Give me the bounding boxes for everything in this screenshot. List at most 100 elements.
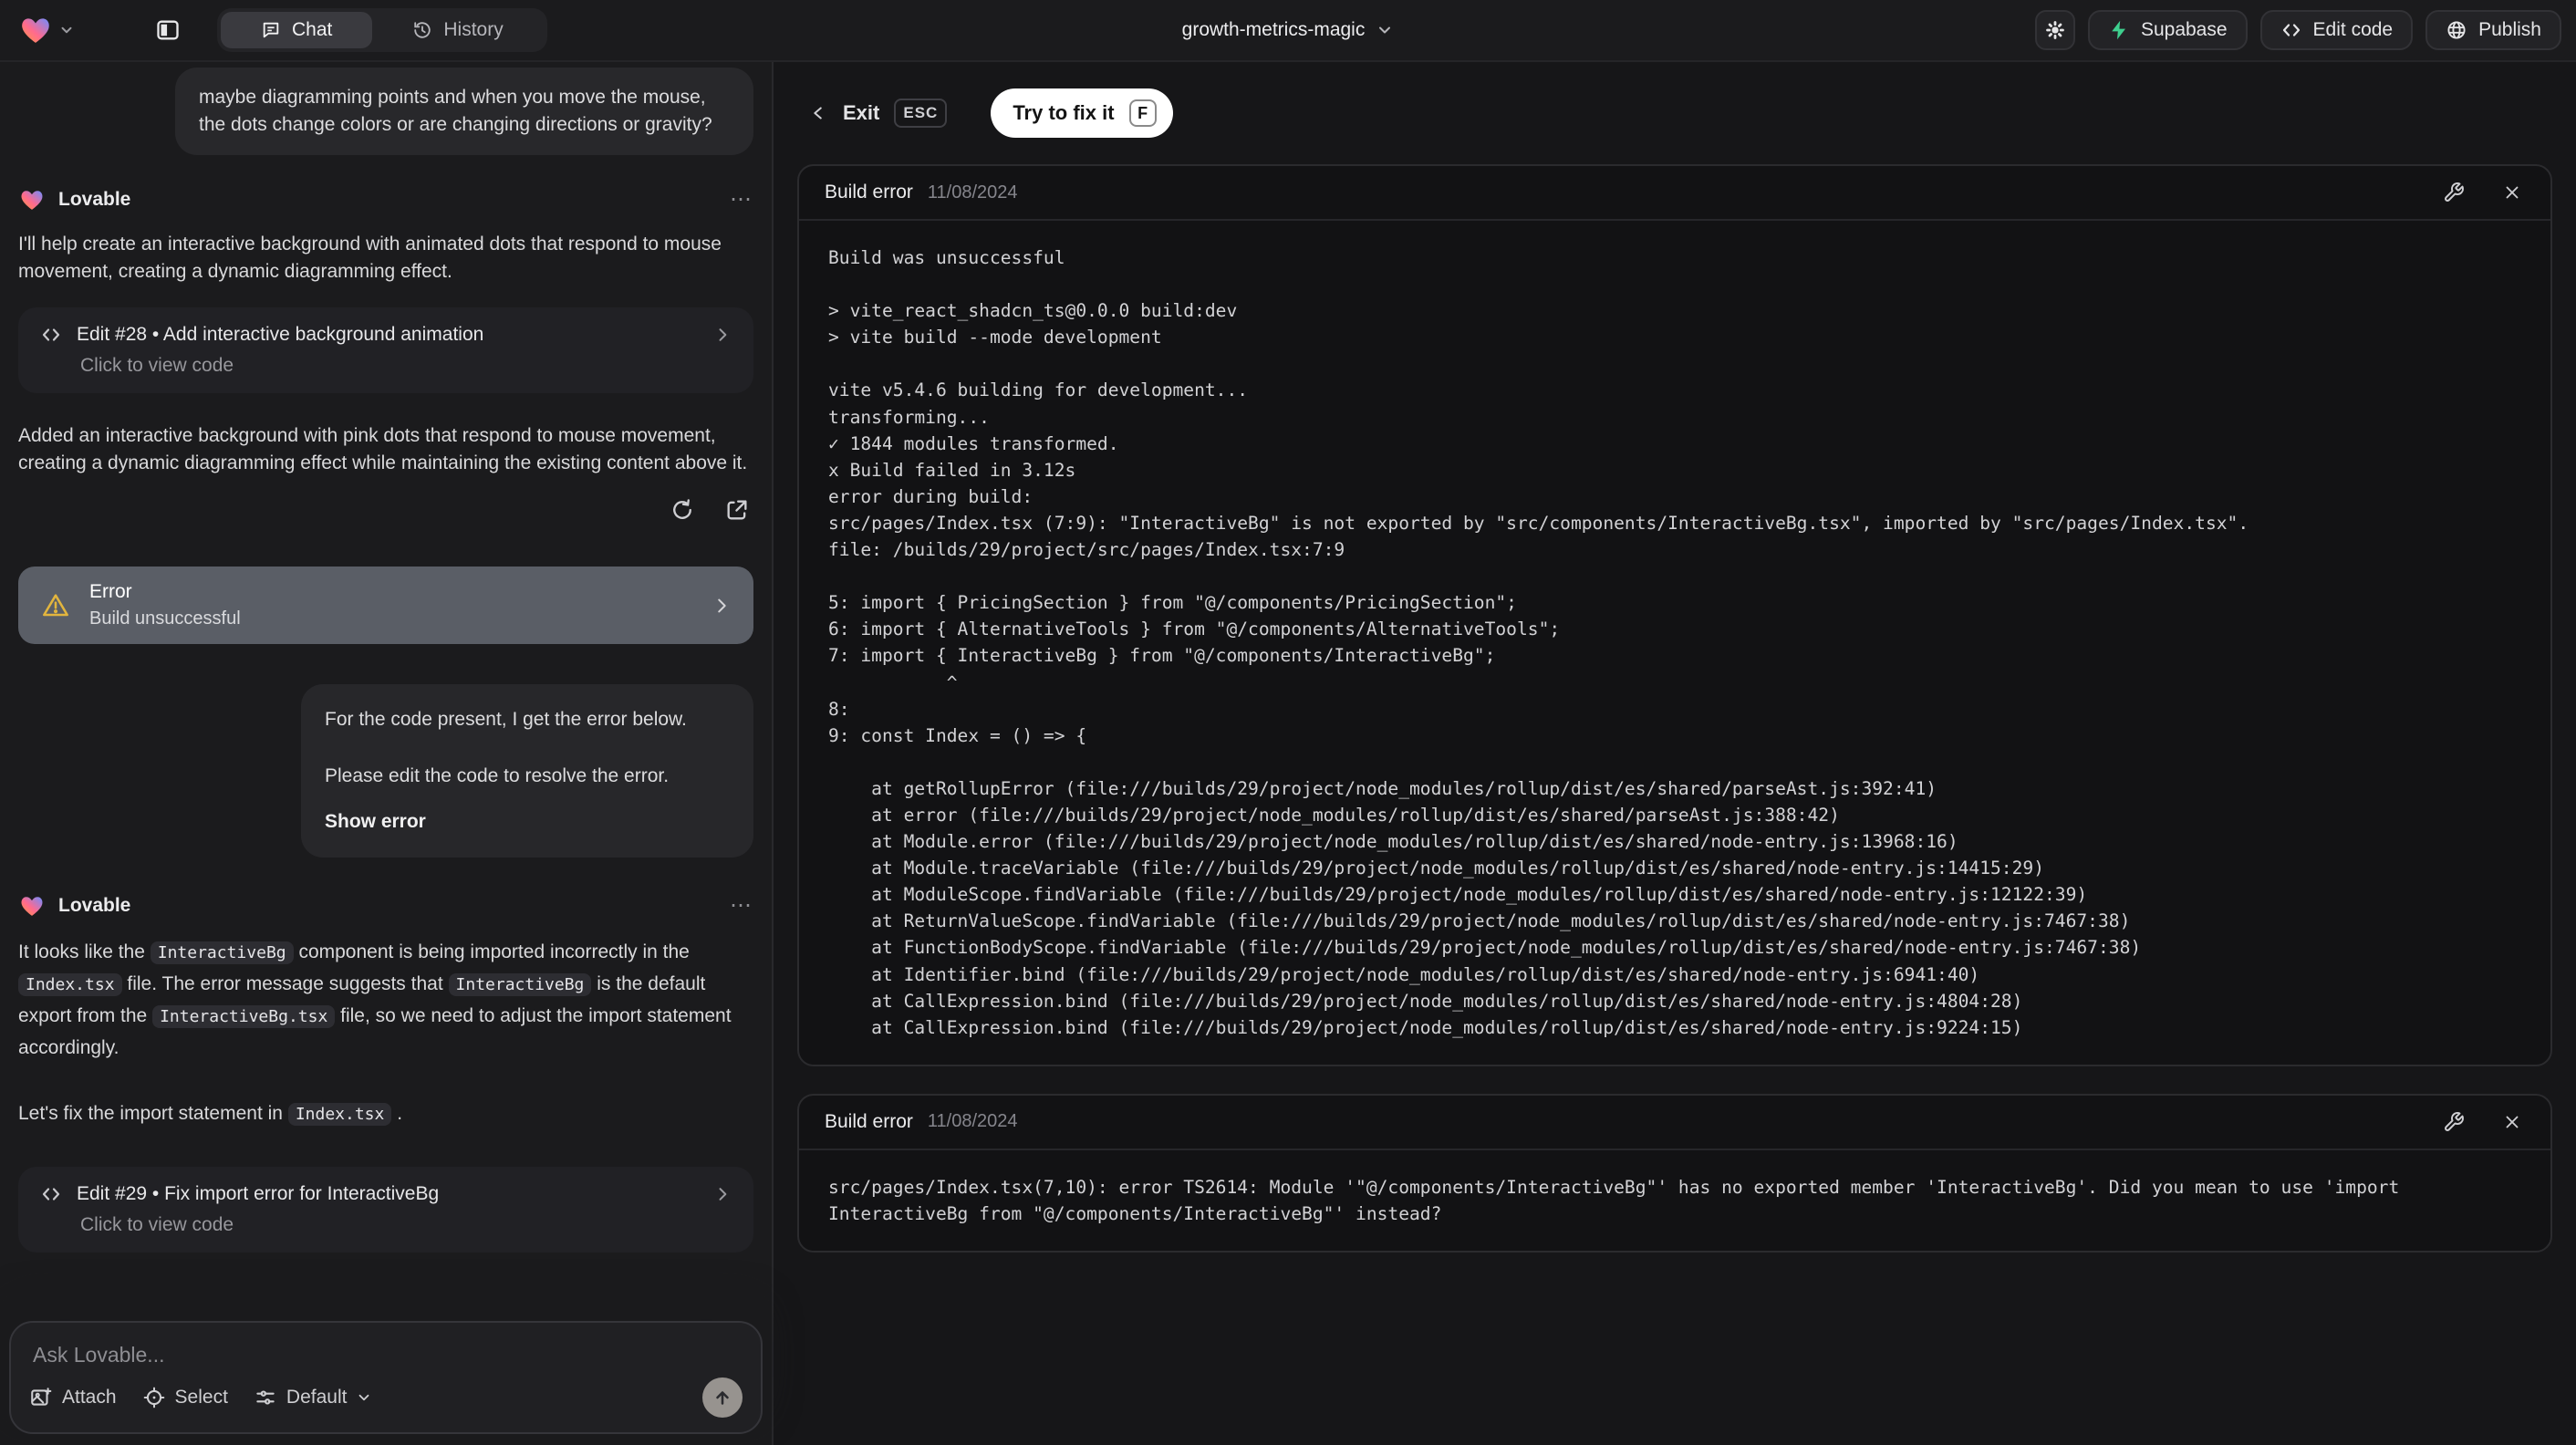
edit-28-title: Edit #28 • Add interactive background an…	[77, 324, 484, 345]
chat-composer: Ask Lovable... Attach Select Default	[9, 1321, 763, 1434]
code-brackets-icon	[2280, 19, 2302, 41]
inline-code: InteractiveBg	[150, 941, 294, 964]
warning-triangle-icon	[40, 591, 71, 620]
edit-28-card[interactable]: Edit #28 • Add interactive background an…	[18, 307, 753, 393]
publish-label: Publish	[2478, 19, 2541, 40]
inline-code: InteractiveBg.tsx	[152, 1005, 336, 1028]
build-error-title: Build error	[825, 1110, 913, 1132]
chevron-right-icon	[712, 596, 732, 616]
inline-code: Index.tsx	[18, 973, 122, 996]
edit-code-button[interactable]: Edit code	[2259, 10, 2414, 50]
chevron-left-icon	[808, 103, 828, 123]
supabase-button[interactable]: Supabase	[2087, 10, 2248, 50]
main-area: maybe diagramming points and when you mo…	[0, 62, 2576, 1445]
attach-image-icon	[29, 1386, 53, 1409]
build-error-title: Build error	[825, 182, 913, 203]
lovable-heart-logo-icon	[18, 14, 53, 47]
select-label: Select	[174, 1387, 228, 1408]
build-error-card-2-header: Build error 11/08/2024	[799, 1096, 2550, 1150]
followup-line2: Please edit the code to resolve the erro…	[325, 765, 670, 786]
build-error-summary-card[interactable]: Error Build unsuccessful	[18, 567, 753, 644]
chat-message-list[interactable]: maybe diagramming points and when you mo…	[0, 62, 772, 1445]
supabase-label: Supabase	[2140, 19, 2228, 40]
retry-icon[interactable]	[666, 494, 699, 526]
select-button[interactable]: Select	[142, 1386, 228, 1409]
select-target-icon	[142, 1386, 166, 1409]
ts-error-output: src/pages/Index.tsx(7,10): error TS2614:…	[828, 1176, 2411, 1224]
assistant-message-header: Lovable ⋯	[18, 186, 753, 213]
f-key-badge: F	[1128, 99, 1157, 127]
user-message-bubble: maybe diagramming points and when you mo…	[175, 68, 753, 155]
error-card-title: Error	[89, 581, 132, 602]
open-external-icon[interactable]	[721, 494, 753, 526]
lovable-heart-avatar-icon	[18, 893, 46, 919]
edit-28-subtitle: Click to view code	[80, 355, 234, 376]
build-error-card-1-header: Build error 11/08/2024	[799, 166, 2550, 221]
composer-toolbar: Attach Select Default	[29, 1377, 743, 1418]
project-name[interactable]: growth-metrics-magic	[1182, 19, 1366, 41]
error-card-subtitle: Build unsuccessful	[89, 608, 241, 629]
message-options-button[interactable]: ⋯	[730, 186, 753, 213]
publish-button[interactable]: Publish	[2425, 10, 2561, 50]
build-error-date: 11/08/2024	[927, 182, 1018, 203]
lovable-app-window: Chat History growth-metrics-magic Supaba…	[0, 0, 2576, 1445]
inline-code: InteractiveBg	[448, 973, 592, 996]
panel-layout-icon	[154, 17, 182, 43]
project-chevron-down-icon[interactable]	[1376, 21, 1394, 39]
build-log-output: Build was unsuccessful > vite_react_shad…	[828, 247, 2249, 1038]
user-followup-bubble: For the code present, I get the error be…	[301, 684, 753, 858]
fix-wrench-icon[interactable]	[2441, 180, 2467, 205]
exit-button[interactable]: Exit ESC	[808, 99, 948, 128]
gear-icon	[2043, 18, 2067, 42]
build-error-card-2-body: src/pages/Index.tsx(7,10): error TS2614:…	[799, 1150, 2550, 1251]
fix-label: Try to fix it	[1013, 101, 1115, 124]
sliders-icon	[254, 1386, 277, 1409]
assistant-result-text: Added an interactive background with pin…	[18, 425, 748, 473]
chat-panel: maybe diagramming points and when you mo…	[0, 62, 774, 1445]
tab-chat-label: Chat	[292, 19, 333, 40]
assistant-name: Lovable	[58, 188, 131, 210]
settings-button[interactable]	[2034, 10, 2075, 50]
assistant-intro-text: I'll help create an interactive backgrou…	[18, 234, 722, 282]
topbar-right: Supabase Edit code Publish	[2034, 10, 2561, 50]
edit-29-card[interactable]: Edit #29 • Fix import error for Interact…	[18, 1167, 753, 1253]
exit-label: Exit	[843, 101, 880, 124]
code-brackets-icon	[40, 324, 62, 346]
chat-history-tabs: Chat History	[217, 8, 547, 52]
attach-button[interactable]: Attach	[29, 1386, 117, 1409]
chat-bubble-icon	[261, 20, 281, 40]
build-error-date: 11/08/2024	[927, 1111, 1018, 1132]
chat-input[interactable]: Ask Lovable...	[33, 1343, 739, 1367]
lovable-heart-avatar-icon	[18, 187, 46, 213]
edit-code-label: Edit code	[2312, 19, 2394, 40]
build-error-card-1-body: Build was unsuccessful > vite_react_shad…	[799, 221, 2550, 1065]
lovable-logo-menu[interactable]	[18, 14, 75, 47]
try-to-fix-button[interactable]: Try to fix it F	[991, 88, 1173, 138]
followup-line1: For the code present, I get the error be…	[325, 709, 687, 730]
attach-label: Attach	[62, 1387, 117, 1408]
message-options-button[interactable]: ⋯	[730, 892, 753, 919]
edit-29-subtitle: Click to view code	[80, 1214, 234, 1235]
close-icon[interactable]	[2499, 180, 2525, 205]
globe-icon	[2446, 19, 2467, 41]
inline-code: Index.tsx	[287, 1103, 392, 1126]
show-error-link[interactable]: Show error	[325, 808, 730, 836]
assistant-name: Lovable	[58, 894, 131, 916]
fix-wrench-icon[interactable]	[2441, 1109, 2467, 1135]
assistant-message-header: Lovable ⋯	[18, 892, 753, 919]
chevron-down-icon	[356, 1389, 372, 1406]
history-clock-icon	[412, 20, 432, 40]
close-icon[interactable]	[2499, 1109, 2525, 1135]
assistant-diagnosis-text: It looks like the InteractiveBg componen…	[18, 941, 732, 1058]
mode-dropdown[interactable]: Default	[254, 1386, 373, 1409]
send-button[interactable]	[702, 1377, 743, 1418]
tab-history[interactable]: History	[372, 12, 543, 48]
edit-29-title: Edit #29 • Fix import error for Interact…	[77, 1183, 440, 1204]
code-brackets-icon	[40, 1183, 62, 1205]
top-bar: Chat History growth-metrics-magic Supaba…	[0, 0, 2576, 62]
tab-chat[interactable]: Chat	[221, 12, 373, 48]
mode-label: Default	[286, 1387, 348, 1408]
chevron-right-icon	[713, 1185, 732, 1203]
toggle-sidebar-button[interactable]	[148, 10, 188, 50]
arrow-up-icon	[712, 1388, 732, 1408]
